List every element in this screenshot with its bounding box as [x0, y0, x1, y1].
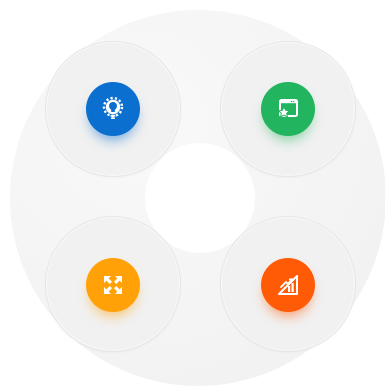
star-window-icon — [275, 96, 301, 122]
expand-arrows-icon — [101, 273, 125, 297]
lightbulb-gear-icon — [100, 96, 126, 122]
expand-button[interactable] — [86, 258, 140, 312]
favorites-button[interactable] — [261, 82, 315, 136]
chart-button[interactable] — [261, 258, 315, 312]
idea-button[interactable] — [86, 82, 140, 136]
chart-growth-icon — [275, 272, 301, 298]
